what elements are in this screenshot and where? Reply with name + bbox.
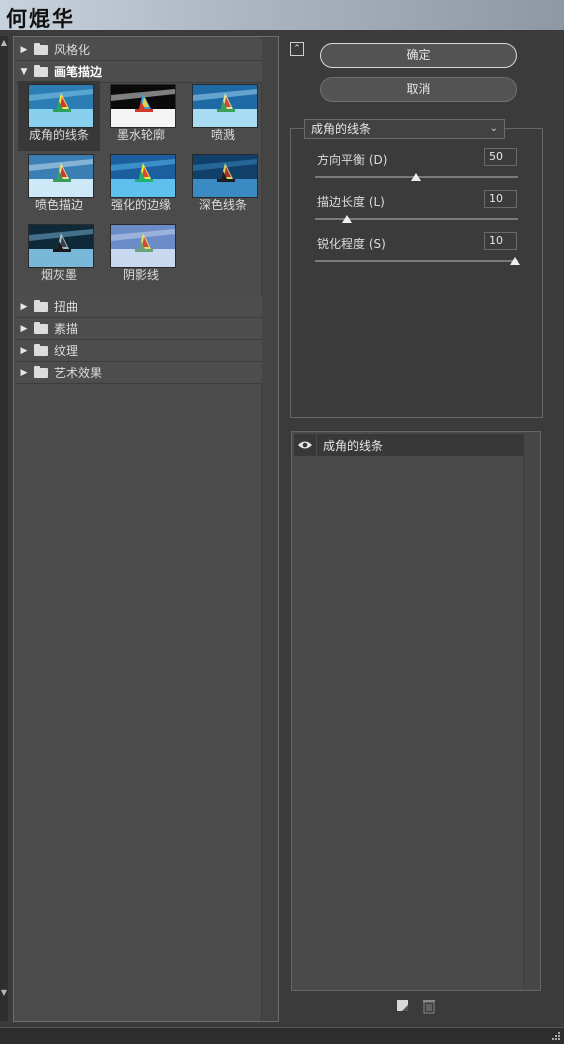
layers-scrollbar[interactable] <box>523 432 540 990</box>
param-slider-thumb[interactable] <box>510 257 520 265</box>
triangle-right-icon[interactable]: ▶ <box>16 368 32 378</box>
ok-button[interactable]: 确定 <box>320 43 517 68</box>
filter-thumbnail[interactable]: 墨水轮廓 <box>100 81 182 151</box>
status-bar <box>0 1027 564 1044</box>
filter-thumbnail-label: 深色线条 <box>198 198 247 212</box>
triangle-down-icon[interactable]: ▼ <box>16 67 32 77</box>
category-row[interactable]: ▶ 扭曲 <box>16 296 262 318</box>
folder-icon <box>34 64 48 77</box>
param-value-input[interactable]: 50 <box>484 148 517 166</box>
param-label: 方向平衡 (D) <box>317 153 388 167</box>
resize-grip-icon[interactable] <box>551 1030 561 1040</box>
category-row[interactable]: ▼ 画笔描边 <box>16 61 262 83</box>
effect-layer-label: 成角的线条 <box>323 438 384 453</box>
new-effect-layer-icon[interactable] <box>395 998 411 1014</box>
filter-thumbnail[interactable]: 喷溅 <box>182 81 264 151</box>
category-row[interactable]: ▶ 素描 <box>16 318 262 340</box>
folder-icon <box>34 343 48 356</box>
brand-watermark: 何焜华 <box>6 6 75 31</box>
filter-gallery: ▶ 风格化 ▼ 画笔描边成角的线条 墨水轮廓 喷溅喷色描边 强化的边缘 深色线条烟灰墨 阴影线 ▶… <box>13 36 279 1022</box>
chevron-down-icon: ⌄ <box>489 123 498 134</box>
param-value-input[interactable]: 10 <box>484 232 517 250</box>
filter-thumbnail[interactable]: 深色线条 <box>182 151 264 221</box>
param-label: 锐化程度 (S) <box>317 237 386 251</box>
triangle-right-icon[interactable]: ▶ <box>16 302 32 312</box>
filter-thumbnail-label: 成角的线条 <box>28 128 89 142</box>
filter-thumbnail-label: 喷色描边 <box>34 198 83 212</box>
folder-icon <box>34 42 48 55</box>
category-label: 纹理 <box>54 344 79 358</box>
category-label: 艺术效果 <box>54 366 103 380</box>
filter-thumbnail[interactable]: 阴影线 <box>100 221 182 291</box>
category-row[interactable]: ▶ 风格化 <box>16 39 262 61</box>
folder-icon <box>34 299 48 312</box>
param-slider-thumb[interactable] <box>411 173 421 181</box>
folder-icon <box>34 365 48 378</box>
scroll-down-icon[interactable]: ▼ <box>0 988 8 997</box>
category-row[interactable]: ▶ 艺术效果 <box>16 362 262 384</box>
param-slider-thumb[interactable] <box>342 215 352 223</box>
filter-select-value: 成角的线条 <box>311 122 372 136</box>
param-value-input[interactable]: 10 <box>484 190 517 208</box>
filter-thumbnail-label: 喷溅 <box>210 128 235 142</box>
filter-thumbnail-label: 墨水轮廓 <box>116 128 165 142</box>
category-label: 画笔描边 <box>54 65 103 79</box>
trash-icon[interactable] <box>421 998 437 1014</box>
filter-thumbnail-label: 烟灰墨 <box>40 268 77 282</box>
filter-preview-image <box>28 84 94 128</box>
filter-thumbnail-label: 强化的边缘 <box>110 198 171 212</box>
title-bar: 何焜华 <box>0 0 564 31</box>
eye-icon[interactable] <box>294 434 317 456</box>
category-label: 风格化 <box>54 43 91 57</box>
effect-layer-row[interactable]: 成角的线条 <box>294 434 524 456</box>
filter-thumbnail[interactable]: 喷色描边 <box>18 151 100 221</box>
triangle-right-icon[interactable]: ▶ <box>16 346 32 356</box>
filter-preview-image <box>192 154 258 198</box>
filter-preview-image <box>110 154 176 198</box>
filter-settings-panel <box>290 128 543 418</box>
folder-icon <box>34 321 48 334</box>
filter-select[interactable]: 成角的线条 ⌄ <box>304 119 505 139</box>
triangle-right-icon[interactable]: ▶ <box>16 45 32 55</box>
category-label: 扭曲 <box>54 300 79 314</box>
param-slider-track[interactable] <box>315 260 518 262</box>
category-label: 素描 <box>54 322 79 336</box>
category-row[interactable]: ▶ 纹理 <box>16 340 262 362</box>
filter-preview-image <box>28 154 94 198</box>
filter-preview-image <box>28 224 94 268</box>
cancel-button[interactable]: 取消 <box>320 77 517 102</box>
param-label: 描边长度 (L) <box>317 195 385 209</box>
filter-preview-image <box>110 84 176 128</box>
triangle-right-icon[interactable]: ▶ <box>16 324 32 334</box>
collapse-up-icon[interactable]: ⌃ <box>290 42 304 56</box>
scroll-up-icon[interactable]: ▲ <box>0 38 8 47</box>
filter-preview-image <box>110 224 176 268</box>
filter-thumbnail-label: 阴影线 <box>122 268 159 282</box>
filter-thumbnail[interactable]: 成角的线条 <box>18 81 100 151</box>
filter-preview-image <box>192 84 258 128</box>
left-scroll-strip[interactable]: ▲ ▼ <box>0 36 8 1021</box>
effect-layers-panel: 成角的线条 <box>291 431 541 991</box>
filter-thumbnail[interactable]: 烟灰墨 <box>18 221 100 291</box>
filter-thumbnail[interactable]: 强化的边缘 <box>100 151 182 221</box>
